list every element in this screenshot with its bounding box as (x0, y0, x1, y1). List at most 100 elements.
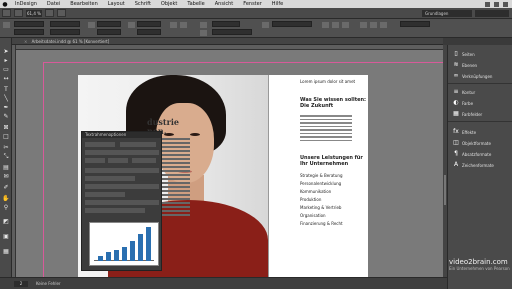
note-tool-icon[interactable]: ✉ (2, 173, 10, 180)
rectangle-tool-icon[interactable]: □ (2, 133, 10, 140)
panel-button[interactable] (132, 158, 156, 163)
right-page[interactable]: Lorem ipsum dolor sit amet Was Sie wisse… (290, 75, 368, 277)
pencil-tool-icon[interactable]: ✎ (2, 113, 10, 120)
drop-shadow-icon[interactable] (262, 22, 269, 28)
zoom-tool-icon[interactable]: ⚲ (2, 204, 10, 211)
select-container-icon[interactable] (180, 22, 187, 28)
dock-item-seiten[interactable]: ▯ Seiten (448, 49, 512, 59)
eyedropper-tool-icon[interactable]: ✐ (2, 184, 10, 191)
status-icon[interactable] (503, 1, 508, 7)
menu-layout[interactable]: Layout (103, 1, 130, 7)
fitting-icon[interactable] (322, 22, 329, 28)
direct-selection-tool-icon[interactable]: ▸ (2, 57, 10, 64)
scale-x-field[interactable] (97, 21, 121, 27)
type-tool-icon[interactable]: T (2, 86, 10, 93)
placed-bar-chart[interactable] (89, 222, 159, 266)
panel-field[interactable] (85, 184, 159, 189)
dock-item-objektformate[interactable]: ◫ Objektformate (448, 138, 512, 148)
reference-point-icon[interactable] (3, 22, 10, 28)
height-field[interactable] (50, 29, 80, 35)
shear-field[interactable] (137, 29, 161, 35)
dock-item-farbfelder[interactable]: ▦ Farbfelder (448, 109, 512, 119)
menu-tabelle[interactable]: Tabelle (182, 1, 209, 7)
x-position-field[interactable] (14, 21, 44, 27)
scale-y-field[interactable] (97, 29, 121, 35)
panel-field[interactable] (85, 150, 159, 155)
view-options-button[interactable] (14, 9, 23, 17)
bridge-button[interactable] (2, 9, 11, 17)
status-icon[interactable] (485, 1, 490, 7)
page-tool-icon[interactable]: ▭ (2, 66, 10, 73)
menu-indesign[interactable]: InDesign (10, 1, 42, 7)
dock-item-zeichenformate[interactable]: A Zeichenformate (448, 160, 512, 170)
search-input[interactable] (475, 9, 509, 17)
stroke-type-field[interactable] (212, 29, 252, 35)
panel-field[interactable] (85, 176, 135, 181)
menu-datei[interactable]: Datei (42, 1, 65, 7)
rotation-field[interactable] (137, 21, 161, 27)
object-style-field[interactable] (272, 21, 312, 27)
stroke-weight-field[interactable] (212, 21, 240, 27)
apple-icon[interactable]: ● (0, 1, 10, 8)
panel-field[interactable] (120, 142, 156, 147)
align-icon[interactable] (370, 22, 377, 28)
scissors-tool-icon[interactable]: ✂ (2, 144, 10, 151)
status-icon[interactable] (494, 1, 499, 7)
hand-tool-icon[interactable]: ✋ (2, 195, 10, 202)
dock-item-effekte[interactable]: fx Effekte (448, 127, 512, 137)
zoom-level[interactable]: 61,4 % (26, 9, 42, 17)
formatting-affects-icon[interactable]: ▣ (2, 233, 10, 240)
dock-item-label: Kontur (462, 89, 476, 95)
menu-schrift[interactable]: Schrift (130, 1, 156, 7)
page-number-field[interactable]: 2 (14, 280, 28, 287)
link-icon: ∞ (453, 72, 459, 79)
dock-item-farbe[interactable]: ◐ Farbe (448, 98, 512, 108)
free-transform-tool-icon[interactable]: ⤡ (2, 153, 10, 160)
scale-x-icon[interactable] (88, 22, 95, 28)
dock-item-ebenen[interactable]: ≋ Ebenen (448, 60, 512, 70)
gap-tool-icon[interactable]: ↔ (2, 75, 10, 82)
width-field[interactable] (50, 21, 80, 27)
menu-bearbeiten[interactable]: Bearbeiten (65, 1, 102, 7)
dock-item-kontur[interactable]: ≡ Kontur (448, 87, 512, 97)
panel-button[interactable] (85, 158, 105, 163)
menu-hilfe[interactable]: Hilfe (267, 1, 288, 7)
document-tab[interactable]: × Arbeitsdatei.indd @ 61 % [Konvertiert] (12, 38, 443, 45)
panel-field[interactable] (85, 200, 159, 205)
selection-tool-icon[interactable]: ➤ (2, 48, 10, 55)
flip-icon[interactable] (170, 22, 177, 28)
line-tool-icon[interactable]: ╲ (2, 95, 10, 102)
text-wrap-field[interactable] (400, 21, 430, 27)
panel-field[interactable] (85, 142, 115, 147)
panel-title[interactable]: Textrahmenoptionen (82, 132, 161, 138)
stroke-swatch-icon[interactable] (200, 30, 207, 36)
menu-ansicht[interactable]: Ansicht (210, 1, 238, 7)
panel-field[interactable] (85, 168, 159, 173)
panel-button[interactable] (108, 158, 128, 163)
y-position-field[interactable] (14, 29, 44, 35)
dock-item-label: Absatzformate (462, 151, 492, 157)
rotate-icon[interactable] (128, 22, 135, 28)
menu-fenster[interactable]: Fenster (238, 1, 267, 7)
fitting-icon[interactable] (342, 22, 349, 28)
preflight-status[interactable]: Keine Fehler (36, 281, 61, 286)
screen-mode-button[interactable] (45, 9, 54, 17)
view-mode-icon[interactable]: ▦ (2, 248, 10, 255)
fill-stroke-icon[interactable]: ◩ (2, 218, 10, 225)
dock-item-absatzformate[interactable]: ¶ Absatzformate (448, 149, 512, 159)
fill-swatch-icon[interactable] (200, 22, 207, 28)
align-icon[interactable] (380, 22, 387, 28)
menu-objekt[interactable]: Objekt (156, 1, 182, 7)
close-icon[interactable]: × (24, 39, 27, 44)
arrange-documents-button[interactable] (57, 9, 66, 17)
dock-item-links[interactable]: ∞ Verknüpfungen (448, 71, 512, 81)
fitting-icon[interactable] (332, 22, 339, 28)
gradient-tool-icon[interactable]: ▤ (2, 164, 10, 171)
panel-field[interactable] (85, 208, 145, 213)
align-icon[interactable] (360, 22, 367, 28)
panel-field[interactable] (85, 192, 125, 197)
pen-tool-icon[interactable]: ✒ (2, 104, 10, 111)
workspace-switcher[interactable]: Grundlagen (422, 9, 472, 17)
rectangle-frame-tool-icon[interactable]: ⊠ (2, 124, 10, 131)
scrollbar-thumb[interactable] (444, 175, 446, 205)
